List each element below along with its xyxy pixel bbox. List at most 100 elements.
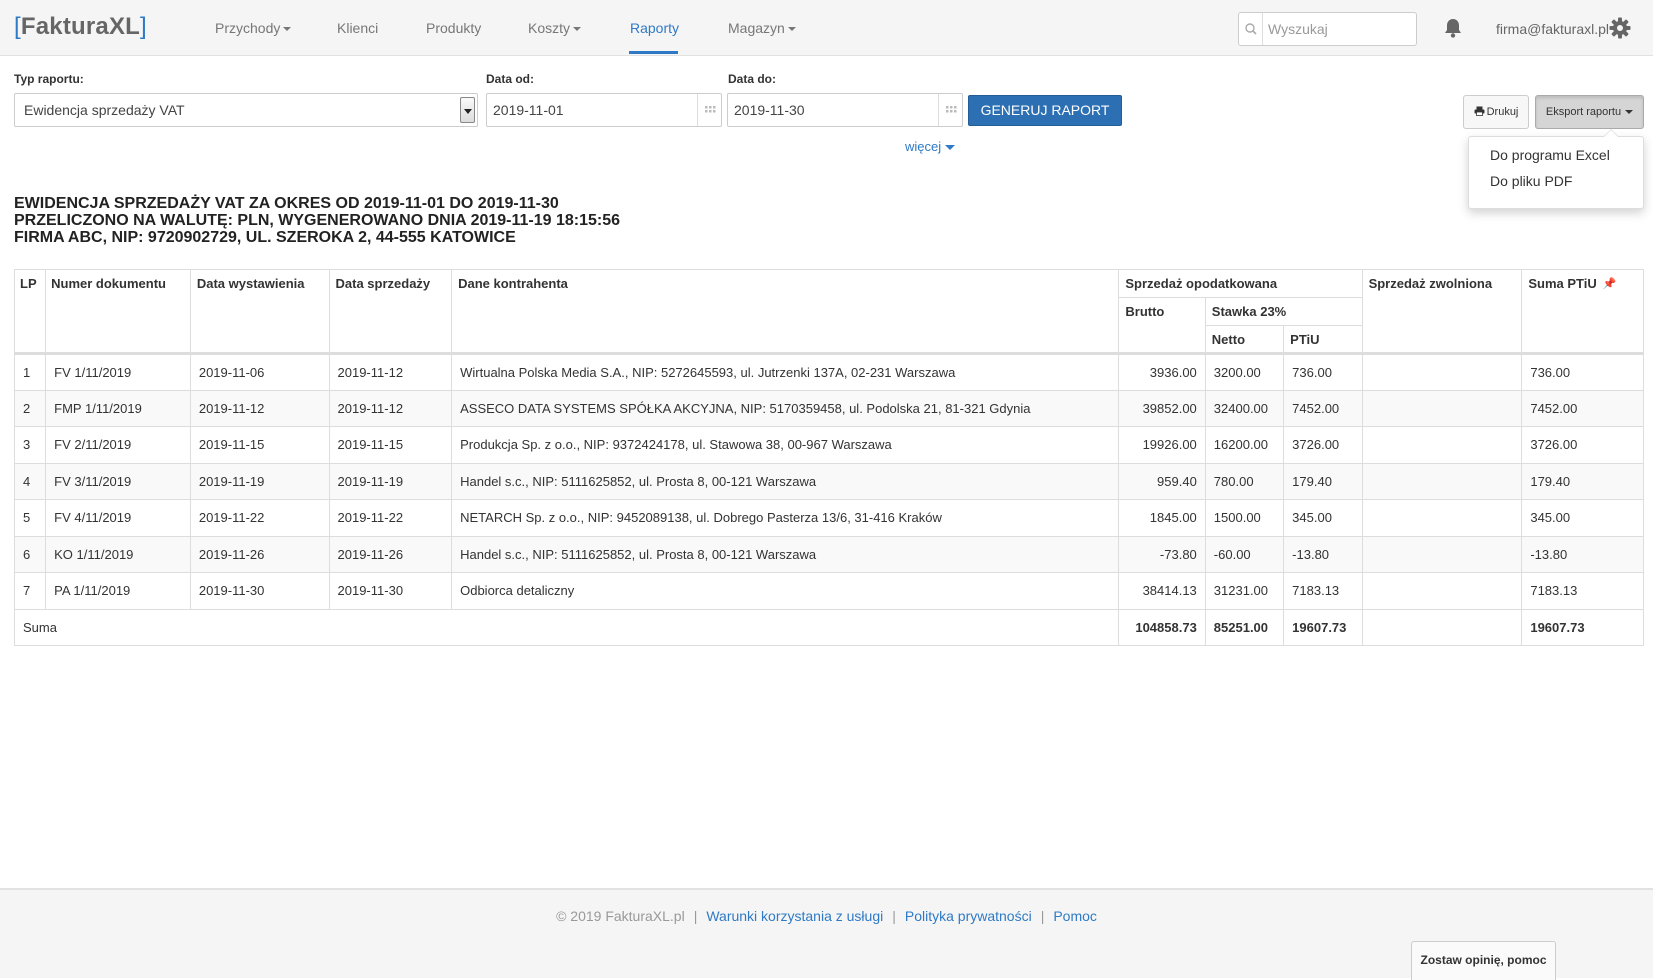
print-button[interactable]: Drukuj	[1463, 95, 1529, 129]
col-header-issue-date[interactable]: Data wystawienia	[189, 269, 330, 355]
nav-item-produkty[interactable]: Produkty	[426, 20, 481, 36]
col-header-doc[interactable]: Numer dokumentu	[45, 269, 191, 355]
cell-sale: 2019-11-12	[328, 389, 453, 427]
table-row: 1 FV 1/11/2019 2019-11-06 2019-11-12 Wirtual…	[13, 353, 1644, 391]
cell-net: 1500.00	[1204, 499, 1285, 537]
nav-item-label: Magazyn	[728, 20, 785, 36]
cell-net: 16200.00	[1204, 426, 1285, 464]
cell-contractor: ASSECO DATA SYSTEMS SPÓŁKA AKCYJNA, NIP:…	[451, 389, 1120, 427]
table-row: 3 FV 2/11/2019 2019-11-15 2019-11-15 Produkc…	[13, 426, 1644, 464]
cell-sale: 2019-11-19	[328, 462, 453, 500]
more-options-label: więcej	[905, 139, 942, 154]
help-link[interactable]: Pomoc	[1053, 908, 1097, 924]
calendar-icon[interactable]	[697, 94, 721, 126]
footer-separator: |	[892, 908, 896, 924]
report-company-line: FIRMA ABC, NIP: 9720902729, UL. SZEROKA …	[14, 229, 516, 246]
cell-contractor: Handel s.c., NIP: 5111625852, ul. Prosta…	[451, 535, 1120, 573]
table-row: 2 FMP 1/11/2019 2019-11-12 2019-11-12 ASSECO…	[13, 389, 1644, 427]
cell-lp: 2	[13, 389, 47, 427]
nav-item-raporty[interactable]: Raporty	[630, 20, 679, 36]
nav-item-magazyn[interactable]: Magazyn	[728, 20, 796, 36]
date-to-field[interactable]: 2019-11-30	[727, 93, 963, 127]
copyright: © 2019 FakturaXL.pl	[556, 908, 685, 924]
select-arrow-icon[interactable]	[460, 97, 475, 123]
cell-net: -60.00	[1204, 535, 1285, 573]
cell-vat: 7183.13	[1283, 572, 1363, 610]
col-header-taxed: Sprzedaż opodatkowana	[1118, 269, 1363, 298]
report-title: EWIDENCJA SPRZEDAŻY VAT ZA OKRES OD 2019…	[14, 195, 559, 212]
pin-icon[interactable]: 📌	[1603, 277, 1617, 290]
cell-doc: FV 3/11/2019	[45, 462, 191, 500]
col-header-contractor[interactable]: Dane kontrahenta	[451, 269, 1120, 355]
date-from-field[interactable]: 2019-11-01	[486, 93, 722, 127]
totals-row: Suma 104858.73 85251.00 19607.73 19607.7…	[13, 608, 1644, 646]
report-type-select[interactable]: Ewidencja sprzedaży VAT	[14, 93, 478, 127]
privacy-link[interactable]: Polityka prywatności	[905, 908, 1032, 924]
export-report-button[interactable]: Eksport raportu	[1535, 95, 1644, 129]
active-nav-indicator	[629, 51, 678, 54]
cell-issue: 2019-11-12	[189, 389, 330, 427]
col-header-exempt[interactable]: Sprzedaż zwolniona	[1361, 269, 1523, 355]
cell-contractor: Wirtualna Polska Media S.A., NIP: 527264…	[451, 353, 1120, 391]
cell-sale: 2019-11-30	[328, 572, 453, 610]
print-label: Drukuj	[1486, 106, 1519, 118]
bell-icon[interactable]	[1442, 17, 1464, 39]
cell-sale: 2019-11-26	[328, 535, 453, 573]
col-header-sum-vat[interactable]: Suma PTiU 📌	[1521, 269, 1644, 355]
cell-issue: 2019-11-19	[189, 462, 330, 500]
cell-gross: -73.80	[1118, 535, 1206, 573]
cell-contractor: NETARCH Sp. z o.o., NIP: 9452089138, ul.…	[451, 499, 1120, 537]
cell-doc: KO 1/11/2019	[45, 535, 191, 573]
table-row: 7 PA 1/11/2019 2019-11-30 2019-11-30 Odbiorc…	[13, 572, 1644, 610]
col-header-lp[interactable]: LP	[13, 269, 47, 355]
cell-issue: 2019-11-06	[189, 353, 330, 391]
export-excel-item[interactable]: Do programu Excel	[1490, 147, 1610, 163]
report-table: LP Numer dokumentu Data wystawienia Data…	[13, 269, 1644, 646]
more-options-link[interactable]: więcej	[905, 139, 956, 154]
calendar-icon[interactable]	[938, 94, 962, 126]
nav-item-klienci[interactable]: Klienci	[337, 20, 378, 36]
col-header-net[interactable]: Netto	[1204, 325, 1285, 355]
totals-sum-vat: 19607.73	[1521, 608, 1644, 646]
search-input[interactable]	[1264, 13, 1414, 45]
nav-item-przychody[interactable]: Przychody	[215, 20, 292, 36]
col-header-vat[interactable]: PTiU	[1283, 325, 1363, 355]
col-header-sale-date[interactable]: Data sprzedaży	[328, 269, 453, 355]
totals-gross: 104858.73	[1118, 608, 1206, 646]
cell-sum-vat: 3726.00	[1521, 426, 1644, 464]
cell-lp: 5	[13, 499, 47, 537]
cell-vat: 736.00	[1283, 353, 1363, 391]
generate-report-button[interactable]: GENERUJ RAPORT	[968, 95, 1122, 126]
chevron-down-icon	[787, 27, 796, 32]
logo-bracket-open: [	[14, 13, 21, 40]
cell-doc: FV 2/11/2019	[45, 426, 191, 464]
date-to-label: Data do:	[728, 72, 776, 86]
cell-exempt	[1361, 353, 1523, 391]
cell-net: 32400.00	[1204, 389, 1285, 427]
table-body: 1 FV 1/11/2019 2019-11-06 2019-11-12 Wirtual…	[13, 353, 1644, 610]
terms-link[interactable]: Warunki korzystania z usługi	[706, 908, 883, 924]
cell-sale: 2019-11-12	[328, 353, 453, 391]
gear-icon[interactable]	[1609, 17, 1631, 39]
table-header: LP Numer dokumentu Data wystawienia Data…	[13, 269, 1644, 355]
cell-lp: 6	[13, 535, 47, 573]
export-pdf-item[interactable]: Do pliku PDF	[1490, 173, 1572, 189]
nav-item-label: Przychody	[215, 20, 281, 36]
nav-item-label: Klienci	[337, 20, 379, 36]
cell-vat: 345.00	[1283, 499, 1363, 537]
report-type-value: Ewidencja sprzedaży VAT	[24, 102, 185, 118]
totals-vat: 19607.73	[1283, 608, 1363, 646]
cell-net: 31231.00	[1204, 572, 1285, 610]
date-to-value: 2019-11-30	[734, 102, 805, 118]
logo[interactable]: [FakturaXL]	[14, 13, 147, 41]
col-header-sum-vat-label: Suma PTiU	[1528, 276, 1597, 291]
col-header-gross[interactable]: Brutto	[1118, 297, 1206, 355]
cell-issue: 2019-11-30	[189, 572, 330, 610]
nav-item-koszty[interactable]: Koszty	[528, 20, 582, 36]
cell-net: 3200.00	[1204, 353, 1285, 391]
date-from-label: Data od:	[486, 72, 534, 86]
user-email[interactable]: firma@fakturaxl.pl	[1496, 21, 1609, 37]
cell-exempt	[1361, 499, 1523, 537]
feedback-button[interactable]: Zostaw opinię, pomoc	[1411, 941, 1556, 980]
cell-gross: 19926.00	[1118, 426, 1206, 464]
